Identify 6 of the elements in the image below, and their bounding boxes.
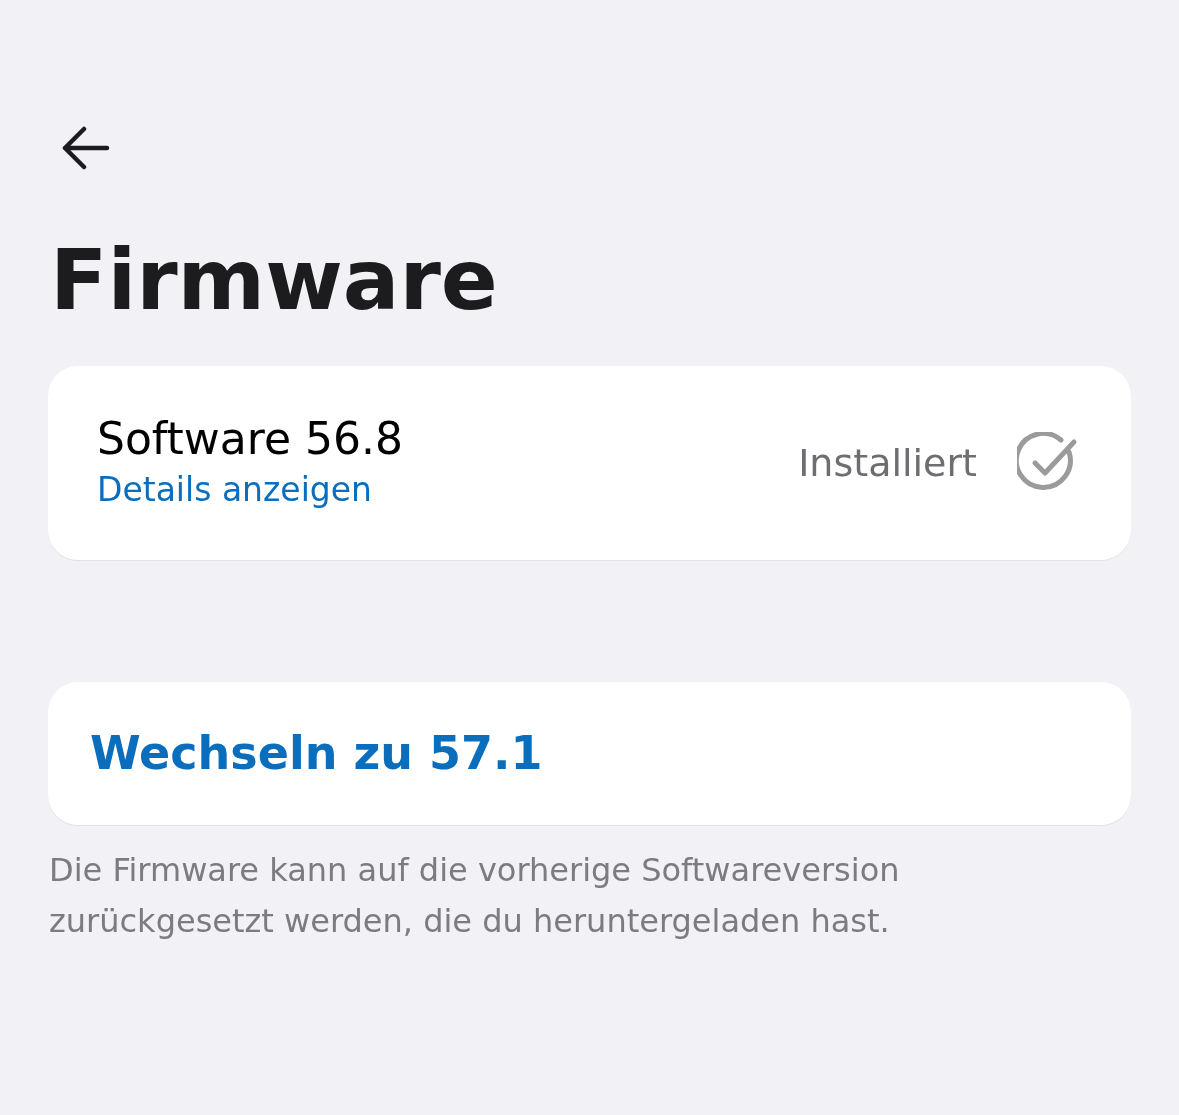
software-version: Software 56.8 — [97, 414, 403, 465]
status-label: Installiert — [798, 439, 977, 487]
details-link[interactable]: Details anzeigen — [97, 469, 372, 512]
page-title: Firmware — [50, 234, 499, 327]
footnote-text: Die Firmware kann auf die vorherige Softwareversion zurückgesetzt werden, die du heruntergeladen hast. — [49, 850, 901, 943]
switch-version-button[interactable]: Wechseln zu 57.1 — [90, 725, 543, 782]
